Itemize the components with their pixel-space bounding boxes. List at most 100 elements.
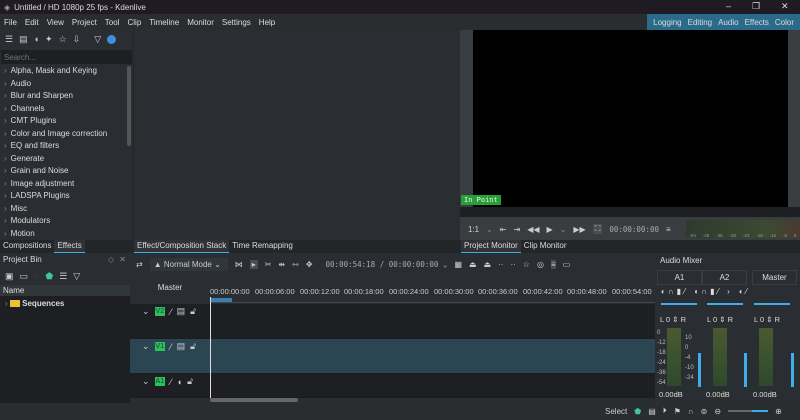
- pan-value[interactable]: 0: [760, 315, 764, 324]
- zoom-select[interactable]: 1:1: [468, 225, 479, 234]
- razor-tool-icon[interactable]: ✂: [265, 260, 272, 269]
- gain-a1[interactable]: 0.00dB: [659, 390, 706, 399]
- roll-icon[interactable]: ✥: [306, 260, 313, 269]
- mute-icon[interactable]: ◖: [177, 377, 182, 387]
- tab-project-monitor[interactable]: Project Monitor: [461, 239, 521, 253]
- category-item[interactable]: › Grain and Noise: [0, 165, 126, 178]
- menu-edit[interactable]: Edit: [21, 18, 43, 27]
- tab-effect-stack[interactable]: Effect/Composition Stack: [134, 239, 230, 253]
- lock-icon[interactable]: 🔓︎: [190, 306, 196, 317]
- set-in-icon[interactable]: ⇤: [500, 225, 507, 234]
- workspace-audio[interactable]: Audio: [715, 18, 741, 27]
- monitor-ruler[interactable]: [460, 207, 800, 217]
- column-header-name[interactable]: Name: [0, 285, 130, 297]
- pan-slider-a2[interactable]: [707, 303, 743, 305]
- timeline-timecode[interactable]: 00:00:54:18 / 00:00:00:00 ⌄: [326, 260, 448, 269]
- tab-effects[interactable]: Effects: [54, 239, 85, 253]
- split-view-icon[interactable]: ▦: [454, 260, 462, 269]
- tag-color-icon[interactable]: ⬟: [634, 407, 641, 416]
- workspace-color[interactable]: Color: [772, 18, 797, 27]
- list-icon[interactable]: ☰: [5, 34, 13, 45]
- workspace-logging[interactable]: Logging: [650, 18, 684, 27]
- list-view-icon[interactable]: ☰: [59, 271, 67, 282]
- pan-slider-master[interactable]: [754, 303, 790, 305]
- category-item[interactable]: › Color and Image correction: [0, 128, 126, 141]
- set-out-icon[interactable]: ⇥: [514, 225, 521, 234]
- category-item[interactable]: › Misc: [0, 203, 126, 216]
- play-icon[interactable]: ▶: [547, 225, 553, 234]
- category-item[interactable]: › Blur and Sharpen: [0, 90, 126, 103]
- hide-icon[interactable]: ▤: [177, 341, 186, 352]
- tab-clip-monitor[interactable]: Clip Monitor: [521, 240, 570, 252]
- effects-search-input[interactable]: [1, 50, 132, 64]
- pan-value[interactable]: 0: [713, 315, 717, 324]
- tab-compositions[interactable]: Compositions: [0, 240, 54, 252]
- track-name[interactable]: V1: [154, 342, 166, 351]
- category-item[interactable]: › Audio: [0, 78, 126, 91]
- markers-icon[interactable]: ⚑: [674, 407, 681, 416]
- track-name[interactable]: V2: [154, 307, 166, 316]
- playhead[interactable]: [210, 297, 211, 398]
- volume-fader-a1[interactable]: [698, 353, 701, 387]
- video-icon[interactable]: ▤: [19, 34, 28, 45]
- effect-icon[interactable]: ⁄: [170, 377, 172, 387]
- bin-item-sequences[interactable]: › Sequences: [0, 297, 130, 310]
- add-clip-icon[interactable]: ▣: [5, 271, 14, 282]
- menu-monitor[interactable]: Monitor: [183, 18, 218, 27]
- menu-settings[interactable]: Settings: [218, 18, 255, 27]
- timeline-ruler[interactable]: 00:00:00:00 00:00:06:00 00:00:12:00 00:00:1…: [210, 287, 655, 303]
- gain-master[interactable]: 0.00dB: [753, 390, 800, 399]
- category-item[interactable]: › Image adjustment: [0, 178, 126, 191]
- lift-icon[interactable]: ··: [510, 260, 515, 269]
- category-item[interactable]: › CMT Plugins: [0, 115, 126, 128]
- zoom-fit-icon[interactable]: ⊚: [701, 407, 708, 416]
- spacer-tool-icon[interactable]: ⋈: [235, 260, 243, 269]
- add-folder-icon[interactable]: ▭: [20, 271, 29, 282]
- layout-icon[interactable]: ≡: [550, 259, 556, 269]
- hide-icon[interactable]: ▤: [177, 306, 186, 317]
- menu-project[interactable]: Project: [68, 18, 101, 27]
- extract-icon[interactable]: ··: [498, 260, 503, 269]
- float-icon[interactable]: ◇: [108, 255, 114, 264]
- lock-icon[interactable]: 🔓︎: [187, 376, 193, 387]
- slip-tool-icon[interactable]: ⇹: [278, 260, 285, 269]
- overwrite-icon[interactable]: ⏏: [484, 260, 492, 269]
- select-tool-icon[interactable]: ▸: [249, 259, 258, 269]
- track-menu-icon[interactable]: ⇄: [136, 260, 143, 269]
- zoom-slider[interactable]: [728, 410, 769, 412]
- menu-tool[interactable]: Tool: [101, 18, 124, 27]
- audio-icon[interactable]: ◖: [34, 34, 39, 44]
- ripple-icon[interactable]: ⇿: [292, 260, 299, 269]
- restore-button[interactable]: ❐: [752, 1, 760, 12]
- master-label[interactable]: Master: [130, 275, 210, 301]
- tab-time-remapping[interactable]: Time Remapping: [229, 240, 296, 252]
- workspace-effects[interactable]: Effects: [742, 18, 772, 27]
- audio-thumb-icon[interactable]: ⏵: [663, 406, 667, 416]
- channel-controls[interactable]: ◖∩▮⁄ ◖∩▮⁄ › ◖⁄: [660, 287, 750, 296]
- volume-fader-master[interactable]: [791, 353, 794, 387]
- menu-file[interactable]: File: [0, 18, 21, 27]
- category-item[interactable]: › Modulators: [0, 215, 126, 228]
- menu-icon[interactable]: ≡: [666, 225, 671, 234]
- menu-timeline[interactable]: Timeline: [145, 18, 183, 27]
- record-icon[interactable]: ◎: [537, 260, 544, 269]
- fullscreen-icon[interactable]: ⛶: [592, 224, 603, 234]
- forward-icon[interactable]: ▶▶: [573, 225, 585, 234]
- download-icon[interactable]: ⇩: [73, 34, 81, 45]
- effect-icon[interactable]: ⁄: [170, 307, 172, 317]
- filter-icon[interactable]: ▽: [73, 271, 80, 282]
- timeline-scrollbar[interactable]: [210, 398, 298, 402]
- menu-help[interactable]: Help: [255, 18, 279, 27]
- rewind-icon[interactable]: ◀◀: [527, 225, 539, 234]
- zone-marker[interactable]: [210, 298, 232, 302]
- pan-value[interactable]: 0: [666, 315, 670, 324]
- category-item[interactable]: › EQ and filters: [0, 140, 126, 153]
- category-item[interactable]: › LADSPA Plugins: [0, 190, 126, 203]
- lock-icon[interactable]: 🔓︎: [190, 341, 196, 352]
- info-icon[interactable]: [107, 34, 117, 44]
- workspace-editing[interactable]: Editing: [685, 18, 715, 27]
- monitor-timecode[interactable]: 00:00:00:00: [609, 225, 659, 234]
- insert-icon[interactable]: ⏏: [469, 260, 477, 269]
- category-item[interactable]: › Channels: [0, 103, 126, 116]
- effects-scrollbar[interactable]: [127, 66, 131, 146]
